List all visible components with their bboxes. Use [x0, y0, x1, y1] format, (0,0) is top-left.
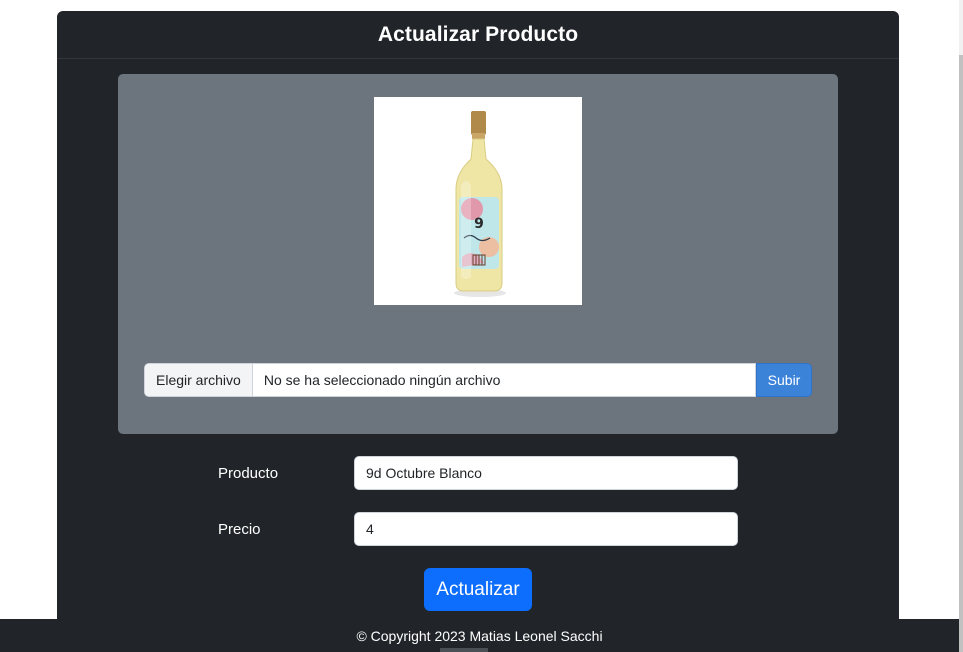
price-input[interactable]: 4 [354, 512, 738, 546]
update-product-card: Actualizar Producto 9 Elegir archivo No … [57, 11, 899, 652]
product-label: Producto [218, 465, 279, 482]
image-upload-panel: 9 Elegir archivo No se ha seleccionado n… [118, 74, 838, 434]
svg-text:9: 9 [474, 216, 484, 232]
footer-tab-indicator [440, 648, 488, 652]
copyright-text: © Copyright 2023 Matias Leonel Sacchi [356, 627, 603, 644]
upload-button[interactable]: Subir [756, 363, 812, 397]
file-upload-row: Elegir archivo No se ha seleccionado nin… [144, 363, 812, 397]
wine-bottle-image: 9 [374, 97, 582, 305]
choose-file-button[interactable]: Elegir archivo [145, 364, 253, 396]
page-title: Actualizar Producto [377, 22, 579, 46]
product-name-input[interactable]: 9d Octubre Blanco [354, 456, 738, 490]
file-status-text: No se ha seleccionado ningún archivo [263, 372, 501, 388]
update-button[interactable]: Actualizar [424, 568, 532, 611]
price-label: Precio [218, 521, 261, 538]
file-input[interactable]: Elegir archivo No se ha seleccionado nin… [144, 363, 756, 397]
product-image: 9 [374, 97, 582, 305]
scrollbar-thumb[interactable] [959, 55, 963, 652]
card-header: Actualizar Producto [57, 11, 899, 59]
